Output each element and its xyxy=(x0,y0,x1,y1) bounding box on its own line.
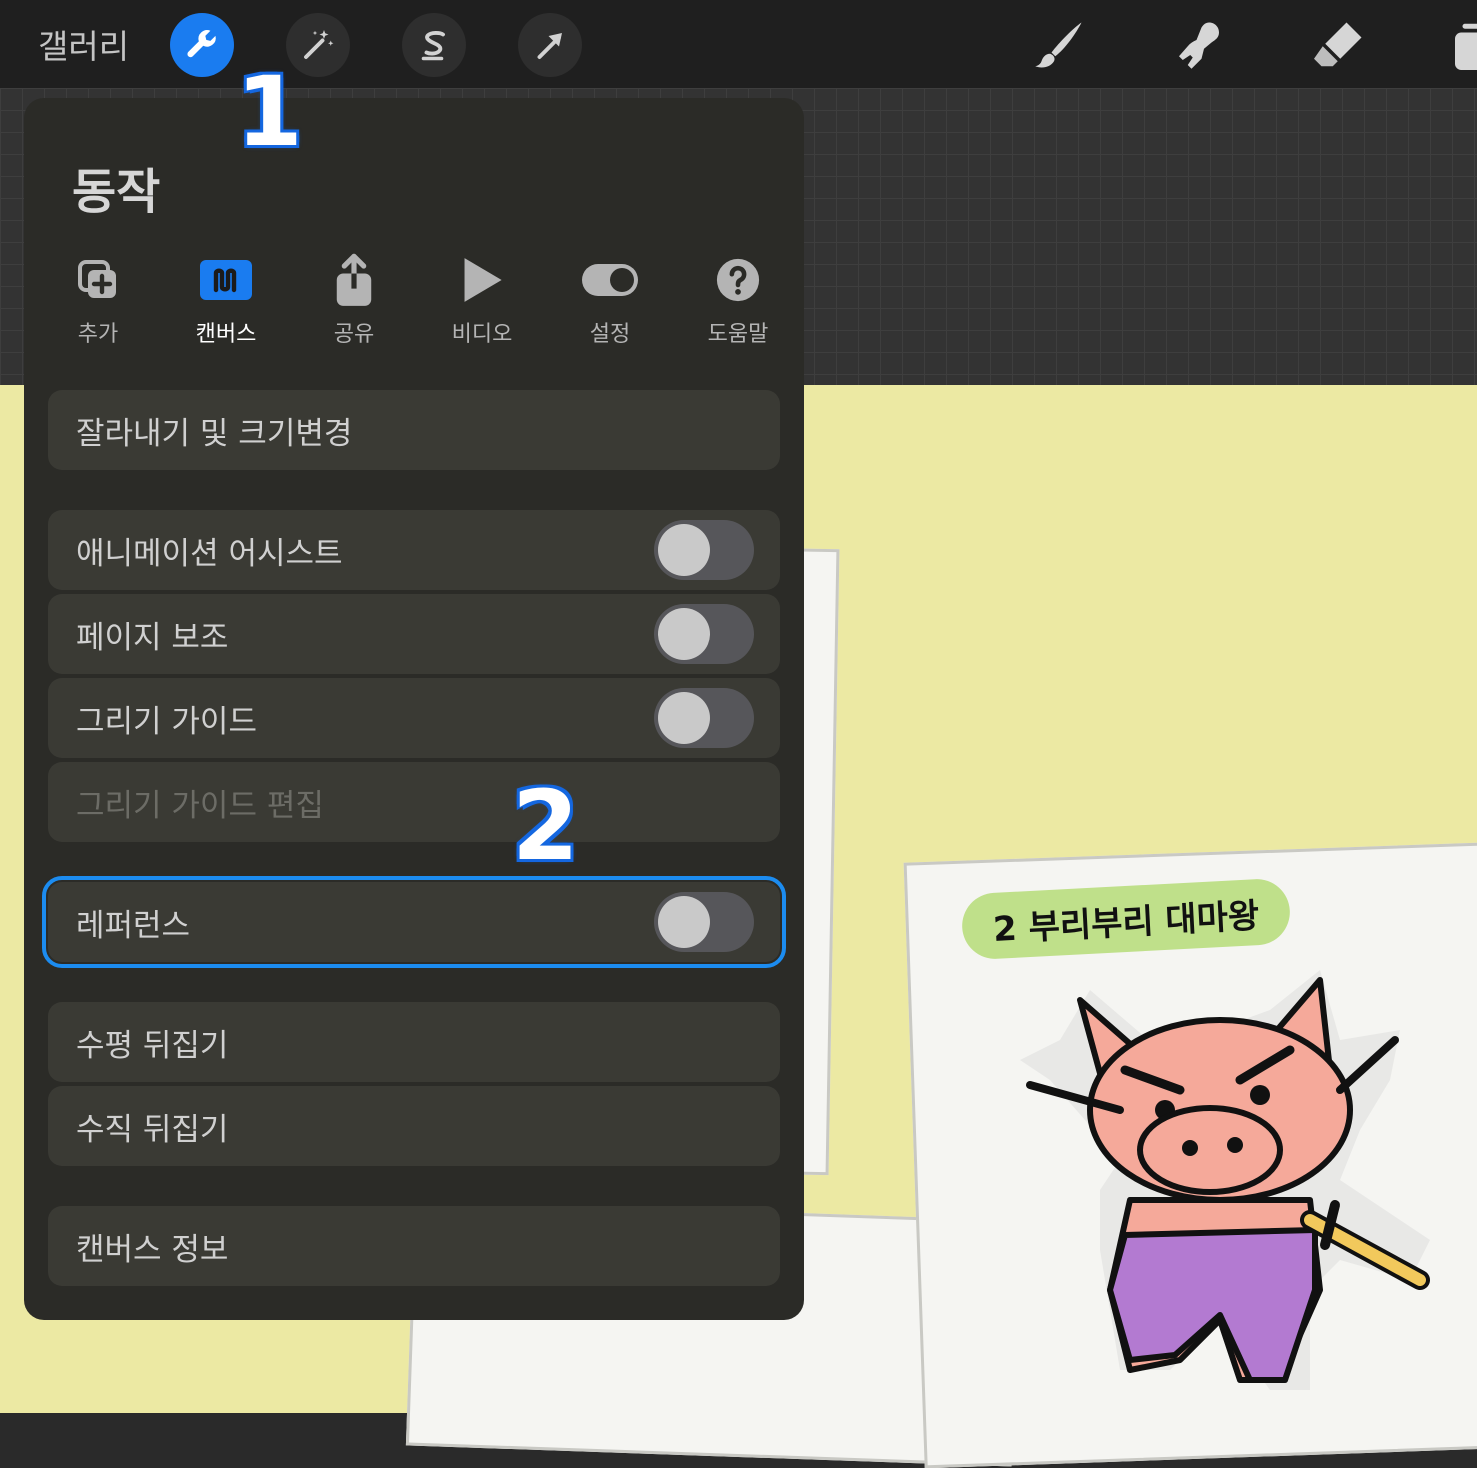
tab-prefs-label: 설정 xyxy=(550,316,670,348)
tab-canvas[interactable]: 캔버스 xyxy=(166,250,286,348)
eraser-icon xyxy=(1309,15,1369,75)
page-assist-row[interactable]: 페이지 보조 xyxy=(48,594,780,674)
animation-assist-label: 애니메이션 어시스트 xyxy=(76,528,343,573)
page-assist-toggle[interactable] xyxy=(654,604,754,664)
drawing-guide-label: 그리기 가이드 xyxy=(76,696,257,741)
transform-arrow-icon xyxy=(532,27,568,63)
annotation-step-1: 1 xyxy=(236,64,303,160)
tab-share-label: 공유 xyxy=(294,316,414,348)
toggle-knob xyxy=(658,896,710,948)
smudge-icon xyxy=(1169,15,1229,75)
toggle-knob xyxy=(658,608,710,660)
canvas-info-label: 캔버스 정보 xyxy=(76,1224,228,1269)
canvas-icon xyxy=(198,258,254,302)
tab-help-label: 도움말 xyxy=(678,316,798,348)
tab-add[interactable]: 추가 xyxy=(38,250,158,348)
flip-vertical-button[interactable]: 수직 뒤집기 xyxy=(48,1086,780,1166)
layers-icon xyxy=(1445,15,1477,75)
tab-add-label: 추가 xyxy=(38,316,158,348)
toggle-knob xyxy=(658,524,710,576)
tab-canvas-label: 캔버스 xyxy=(166,316,286,348)
brush-icon xyxy=(1029,15,1089,75)
brush-tool-button[interactable] xyxy=(1028,14,1090,76)
tab-video[interactable]: 비디오 xyxy=(422,250,542,348)
top-toolbar: 갤러리 xyxy=(0,0,1477,88)
reference-row[interactable]: 레퍼런스 xyxy=(48,882,780,962)
magic-wand-icon xyxy=(300,27,336,63)
toggle-knob xyxy=(658,692,710,744)
actions-wrench-button[interactable] xyxy=(170,13,234,77)
panel-title: 동작 xyxy=(72,152,160,222)
smudge-tool-button[interactable] xyxy=(1168,14,1230,76)
pig-character-illustration xyxy=(1010,960,1450,1400)
annotation-step-2: 2 xyxy=(512,778,579,874)
flip-horizontal-label: 수평 뒤집기 xyxy=(76,1020,228,1065)
tab-share[interactable]: 공유 xyxy=(294,250,414,348)
tab-help[interactable]: 도움말 xyxy=(678,250,798,348)
help-icon xyxy=(715,257,761,303)
edit-drawing-guide-label: 그리기 가이드 편집 xyxy=(76,780,324,825)
animation-assist-toggle[interactable] xyxy=(654,520,754,580)
gallery-button[interactable]: 갤러리 xyxy=(38,20,129,68)
page-assist-label: 페이지 보조 xyxy=(76,612,228,657)
drawing-guide-row[interactable]: 그리기 가이드 xyxy=(48,678,780,758)
add-icon xyxy=(74,256,122,304)
play-icon xyxy=(460,256,504,304)
toggle-settings-icon xyxy=(580,262,640,298)
share-icon xyxy=(332,252,376,308)
eraser-tool-button[interactable] xyxy=(1308,14,1370,76)
layers-button[interactable] xyxy=(1444,14,1477,76)
flip-vertical-label: 수직 뒤집기 xyxy=(76,1104,228,1149)
canvas-info-button[interactable]: 캔버스 정보 xyxy=(48,1206,780,1286)
transform-button[interactable] xyxy=(518,13,582,77)
flip-horizontal-button[interactable]: 수평 뒤집기 xyxy=(48,1002,780,1082)
crop-resize-label: 잘라내기 및 크기변경 xyxy=(76,408,352,453)
drawing-guide-toggle[interactable] xyxy=(654,688,754,748)
selection-button[interactable] xyxy=(402,13,466,77)
reference-label: 레퍼런스 xyxy=(76,900,190,945)
animation-assist-row[interactable]: 애니메이션 어시스트 xyxy=(48,510,780,590)
actions-panel: 동작 추가 캔버스 공유 xyxy=(24,98,804,1320)
tab-prefs[interactable]: 설정 xyxy=(550,250,670,348)
selection-s-icon xyxy=(416,27,452,63)
tab-video-label: 비디오 xyxy=(422,316,542,348)
reference-toggle[interactable] xyxy=(654,892,754,952)
crop-resize-button[interactable]: 잘라내기 및 크기변경 xyxy=(48,390,780,470)
edit-drawing-guide-button: 그리기 가이드 편집 xyxy=(48,762,780,842)
wrench-icon xyxy=(183,26,221,64)
